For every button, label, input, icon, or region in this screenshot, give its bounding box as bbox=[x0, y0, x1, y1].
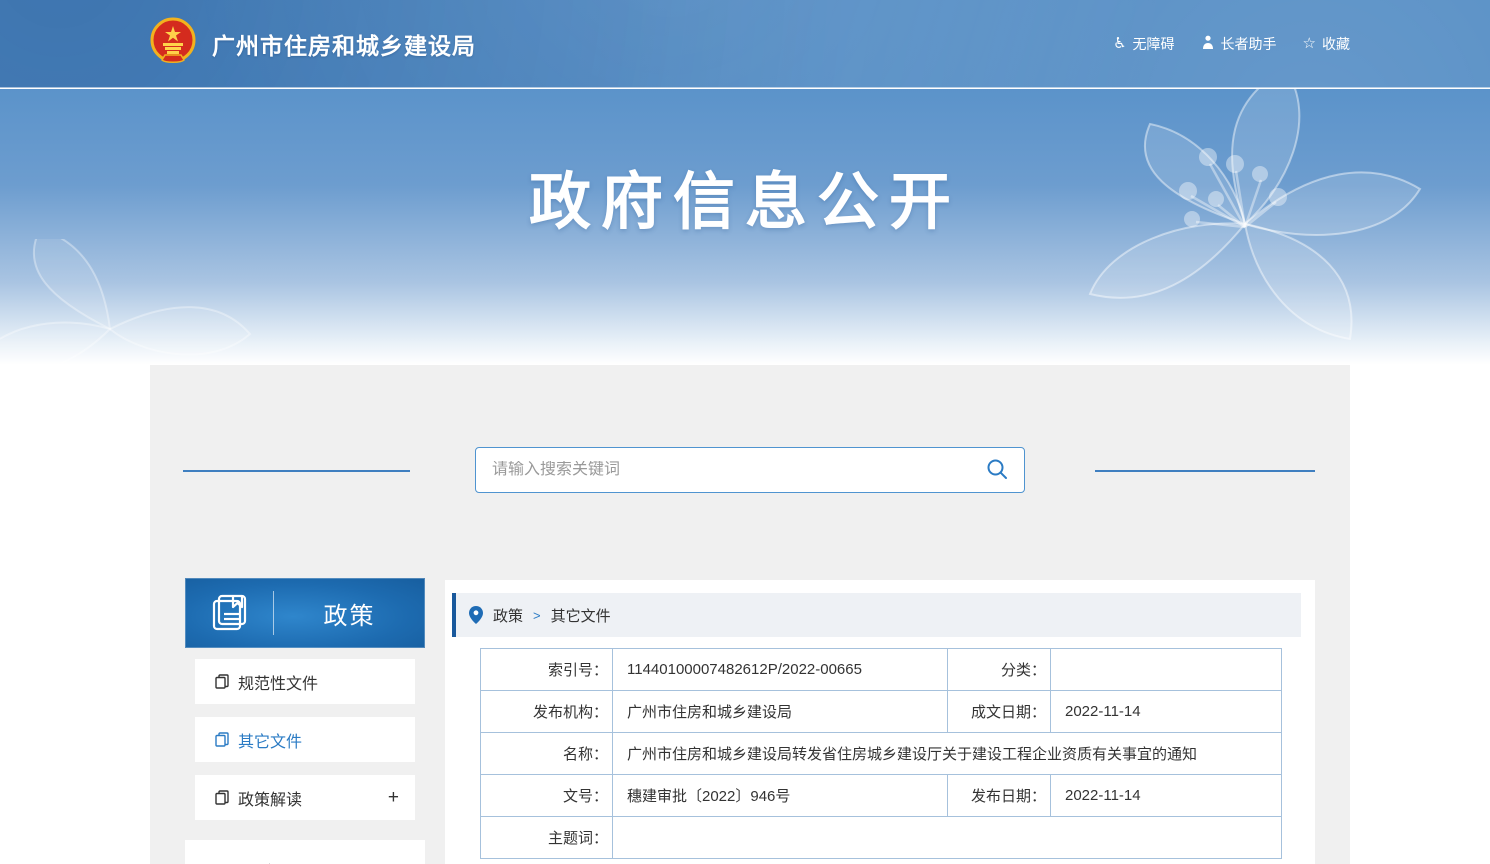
national-emblem-icon bbox=[148, 16, 198, 71]
name-value: 广州市住房和城乡建设局转发省住房城乡建设厅关于建设工程企业资质有关事宜的通知 bbox=[613, 733, 1282, 775]
doc-number-label: 文号： bbox=[481, 775, 613, 817]
page-title: 政府信息公开 bbox=[0, 151, 1490, 241]
search-input[interactable] bbox=[492, 461, 986, 479]
page: 广州市住房和城乡建设局 ♿ 无障碍 长者助手 ☆ 收藏 bbox=[0, 0, 1490, 864]
breadcrumb: 政策 > 其它文件 bbox=[452, 593, 1301, 637]
site-title: 广州市住房和城乡建设局 bbox=[212, 27, 476, 61]
keywords-label: 主题词： bbox=[481, 817, 613, 859]
top-header: 广州市住房和城乡建设局 ♿ 无障碍 长者助手 ☆ 收藏 bbox=[0, 0, 1490, 88]
elder-assistant-link[interactable]: 长者助手 bbox=[1201, 34, 1277, 54]
document-detail-table: 索引号： 11440100007482612P/2022-00665 分类： 发… bbox=[480, 648, 1282, 859]
name-label: 名称： bbox=[481, 733, 613, 775]
decorative-line-left bbox=[183, 470, 410, 472]
agency-value: 广州市住房和城乡建设局 bbox=[613, 691, 948, 733]
sidebar: 政策 规范性文件 其它文件 bbox=[185, 578, 425, 864]
breadcrumb-separator: > bbox=[533, 608, 541, 623]
sidebar-items: 规范性文件 其它文件 政策解读 bbox=[185, 648, 425, 820]
written-date-value: 2022-11-14 bbox=[1051, 691, 1282, 733]
header-links: ♿ 无障碍 长者助手 ☆ 收藏 bbox=[1113, 34, 1490, 54]
table-row: 索引号： 11440100007482612P/2022-00665 分类： bbox=[481, 649, 1282, 691]
main-panel: 政策 > 其它文件 索引号： 11440100007482612P/2022-0… bbox=[445, 580, 1315, 864]
book-icon bbox=[185, 592, 273, 634]
document-icon bbox=[215, 674, 229, 689]
wheelchair-icon: ♿ bbox=[1113, 36, 1126, 51]
sidebar-item-policy-interpretation[interactable]: 政策解读 + bbox=[195, 775, 415, 820]
doc-number-value: 穗建审批〔2022〕946号 bbox=[613, 775, 948, 817]
banner: 政府信息公开 bbox=[0, 89, 1490, 365]
sidebar-section-policy[interactable]: 政策 bbox=[185, 578, 425, 648]
table-row: 发布机构： 广州市住房和城乡建设局 成文日期： 2022-11-14 bbox=[481, 691, 1282, 733]
keywords-value bbox=[613, 817, 1282, 859]
favorite-link[interactable]: ☆ 收藏 bbox=[1303, 34, 1350, 54]
flower-decoration-left bbox=[0, 239, 280, 365]
category-value bbox=[1051, 649, 1282, 691]
person-icon bbox=[1201, 35, 1215, 53]
table-row: 名称： 广州市住房和城乡建设局转发省住房城乡建设厅关于建设工程企业资质有关事宜的… bbox=[481, 733, 1282, 775]
star-icon: ☆ bbox=[1303, 36, 1316, 51]
search-box bbox=[475, 447, 1025, 493]
sidebar-policy-title: 政策 bbox=[274, 596, 425, 631]
table-row: 主题词： bbox=[481, 817, 1282, 859]
table-row: 文号： 穗建审批〔2022〕946号 发布日期： 2022-11-14 bbox=[481, 775, 1282, 817]
search-button[interactable] bbox=[986, 458, 1008, 483]
breadcrumb-root[interactable]: 政策 bbox=[493, 605, 523, 626]
sidebar-section-government-info[interactable]: 政府信息公开 bbox=[185, 840, 425, 864]
written-date-label: 成文日期： bbox=[948, 691, 1051, 733]
expand-plus-icon[interactable]: + bbox=[388, 787, 415, 809]
category-label: 分类： bbox=[948, 649, 1051, 691]
index-value: 11440100007482612P/2022-00665 bbox=[613, 649, 948, 691]
search-icon bbox=[986, 458, 1008, 483]
sidebar-item-other-documents[interactable]: 其它文件 bbox=[195, 717, 415, 762]
publish-date-label: 发布日期： bbox=[948, 775, 1051, 817]
breadcrumb-current[interactable]: 其它文件 bbox=[551, 605, 611, 626]
publish-date-value: 2022-11-14 bbox=[1051, 775, 1282, 817]
site-brand[interactable]: 广州市住房和城乡建设局 bbox=[0, 16, 476, 71]
sidebar-item-normative-documents[interactable]: 规范性文件 bbox=[195, 659, 415, 704]
document-icon bbox=[215, 732, 229, 747]
content-container: 政策 规范性文件 其它文件 bbox=[150, 365, 1350, 864]
decorative-line-right bbox=[1095, 470, 1315, 472]
index-label: 索引号： bbox=[481, 649, 613, 691]
accessibility-link[interactable]: ♿ 无障碍 bbox=[1113, 34, 1174, 54]
agency-label: 发布机构： bbox=[481, 691, 613, 733]
location-pin-icon bbox=[469, 606, 483, 624]
document-icon bbox=[215, 790, 229, 805]
